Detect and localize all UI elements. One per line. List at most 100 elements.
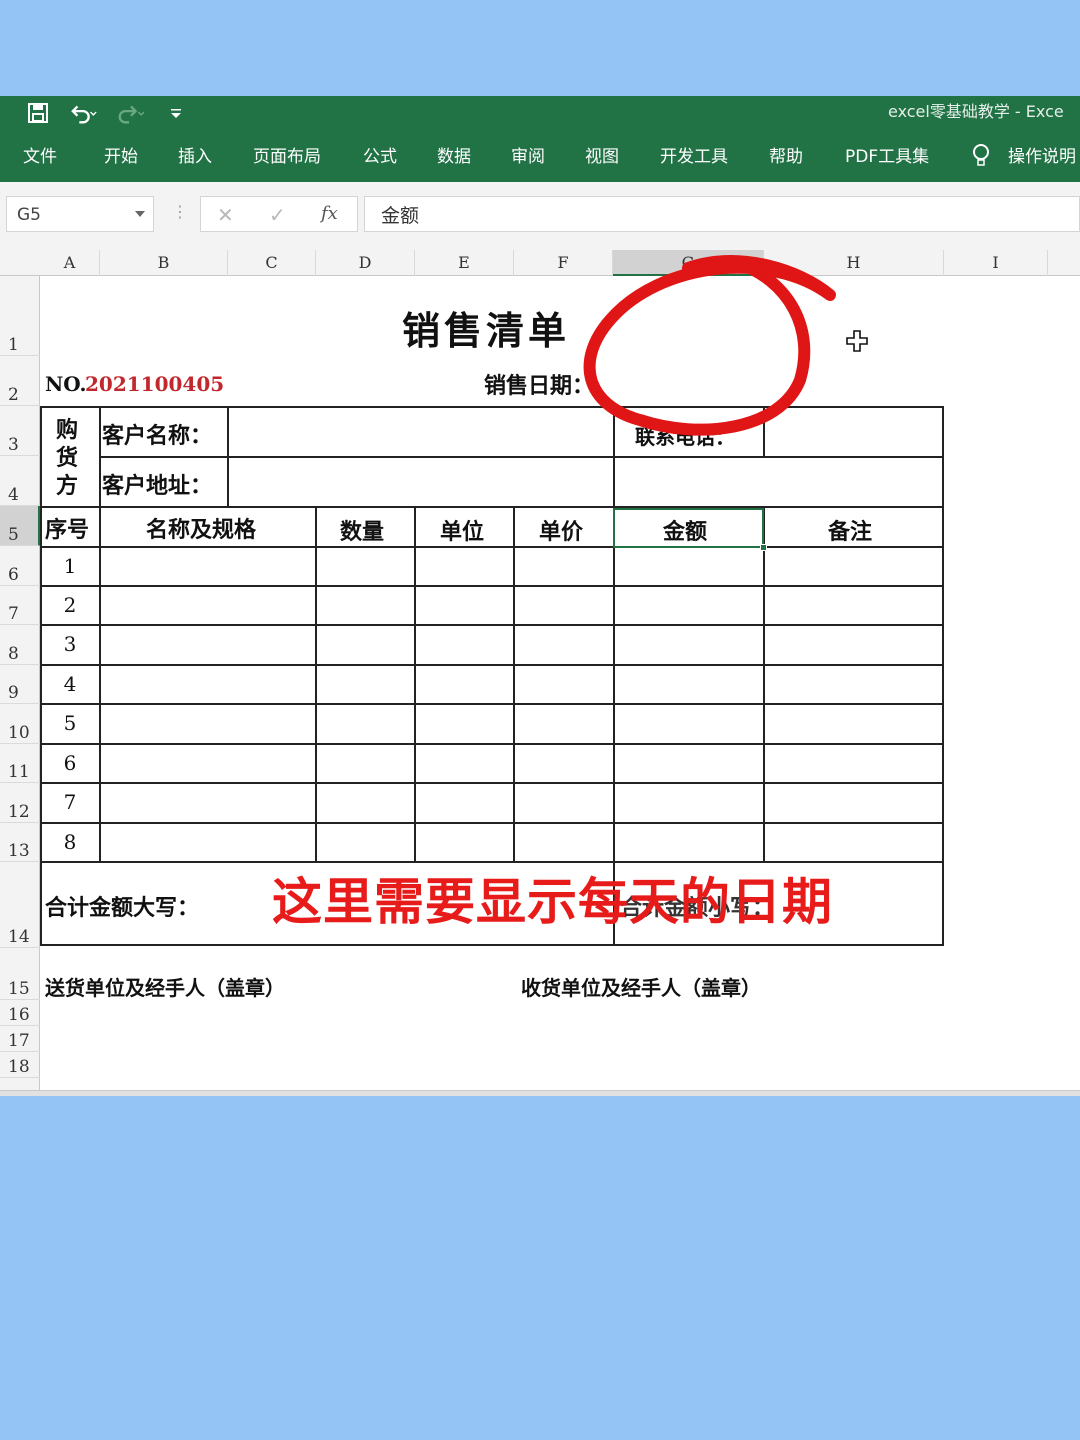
- selected-cell[interactable]: [613, 508, 764, 548]
- table-border: [40, 585, 944, 587]
- total-uppercase-label: 合计金额大写：: [45, 895, 200, 921]
- buyer-label: 方: [56, 473, 79, 499]
- row-header[interactable]: 4: [0, 456, 40, 506]
- lightbulb-icon[interactable]: [970, 142, 992, 173]
- row-header[interactable]: 10: [0, 704, 40, 744]
- insert-function-icon[interactable]: fx: [321, 203, 338, 224]
- formula-buttons: ✕ ✓ fx: [200, 196, 358, 232]
- move-cursor-icon: [846, 330, 868, 352]
- enter-icon[interactable]: ✓: [269, 203, 286, 227]
- drag-handle-icon[interactable]: ⋮: [172, 202, 188, 221]
- table-border: [763, 506, 765, 863]
- header-remarks: 备注: [828, 519, 873, 545]
- tab-home[interactable]: 开始: [104, 142, 138, 167]
- chevron-down-icon[interactable]: [135, 211, 145, 217]
- row-header[interactable]: 13: [0, 823, 40, 862]
- customer-address-label: 客户地址：: [102, 473, 213, 499]
- row-header[interactable]: 6: [0, 546, 40, 586]
- row-header[interactable]: 11: [0, 744, 40, 783]
- header-unit-price: 单价: [539, 519, 584, 545]
- table-border: [40, 546, 944, 548]
- customer-name-label: 客户名称：: [102, 423, 213, 449]
- table-border: [763, 406, 765, 456]
- table-border: [40, 782, 944, 784]
- sheet-bottom-edge: [0, 1090, 1080, 1096]
- column-header-d[interactable]: D: [316, 250, 415, 276]
- tab-data[interactable]: 数据: [437, 142, 471, 167]
- header-name-spec: 名称及规格: [146, 517, 257, 543]
- table-border: [40, 406, 42, 946]
- serial-cell: 6: [63, 751, 77, 775]
- tab-insert[interactable]: 插入: [178, 142, 212, 167]
- table-border: [315, 506, 317, 863]
- sheet-title: 销售清单: [402, 308, 571, 353]
- ribbon-tabs: 文件 开始 插入 页面布局 公式 数据 审阅 视图 开发工具 帮助 PDF工具集…: [0, 142, 1080, 172]
- column-header-g[interactable]: G: [613, 250, 764, 276]
- ribbon: excel零基础教学 - Exce 文件 开始 插入 页面布局 公式 数据 审阅…: [0, 96, 1080, 182]
- quick-access-toolbar: [24, 98, 190, 128]
- receiver-label: 收货单位及经手人（盖章）: [521, 976, 761, 1000]
- no-label: NO.: [45, 372, 87, 396]
- tab-formulas[interactable]: 公式: [363, 142, 397, 167]
- table-border: [40, 506, 944, 508]
- column-header-e[interactable]: E: [415, 250, 514, 276]
- column-header-a[interactable]: A: [40, 250, 100, 276]
- tab-file[interactable]: 文件: [23, 142, 57, 167]
- tab-review[interactable]: 审阅: [511, 142, 545, 167]
- tab-pdf-tools[interactable]: PDF工具集: [845, 142, 929, 167]
- row-header[interactable]: 12: [0, 783, 40, 823]
- row-header[interactable]: 17: [0, 1026, 40, 1052]
- row-header[interactable]: 9: [0, 665, 40, 704]
- serial-cell: 2: [63, 593, 77, 617]
- document-title: excel零基础教学 - Exce: [888, 102, 1064, 121]
- serial-cell: 3: [63, 632, 77, 656]
- table-border: [40, 944, 944, 946]
- column-header-h[interactable]: H: [764, 250, 944, 276]
- header-unit: 单位: [440, 519, 485, 545]
- table-border: [513, 506, 515, 863]
- tab-developer[interactable]: 开发工具: [660, 142, 728, 167]
- excel-window: excel零基础教学 - Exce 文件 开始 插入 页面布局 公式 数据 审阅…: [0, 96, 1080, 1096]
- cancel-icon[interactable]: ✕: [217, 203, 234, 227]
- name-box[interactable]: G5: [6, 196, 154, 232]
- row-header[interactable]: 14: [0, 862, 40, 948]
- row-headers: 1 2 3 4 5 6 7 8 9 10 11 12 13 14 15 16 1…: [0, 276, 40, 1096]
- formula-input[interactable]: 金额: [364, 196, 1080, 232]
- serial-cell: 4: [63, 672, 77, 696]
- row-header[interactable]: 16: [0, 1000, 40, 1026]
- undo-icon[interactable]: [70, 99, 98, 127]
- table-border: [40, 822, 944, 824]
- worksheet[interactable]: 销售清单 NO. 2021100405 销售日期： 购 货 方 客户名称： 联系…: [40, 276, 1080, 1096]
- table-border: [942, 406, 944, 946]
- row-header[interactable]: 1: [0, 276, 40, 356]
- serial-cell: 1: [63, 554, 77, 578]
- row-header[interactable]: 7: [0, 586, 40, 625]
- sale-date-label: 销售日期：: [484, 373, 595, 399]
- contact-phone-label: 联系电话：: [635, 425, 735, 449]
- redo-icon[interactable]: [116, 99, 144, 127]
- column-header-f[interactable]: F: [514, 250, 613, 276]
- column-header-i[interactable]: I: [944, 250, 1048, 276]
- row-header[interactable]: 18: [0, 1052, 40, 1078]
- fill-handle[interactable]: [760, 544, 767, 551]
- tab-tell-me[interactable]: 操作说明: [1008, 142, 1076, 167]
- customize-toolbar-icon[interactable]: [162, 99, 190, 127]
- row-header[interactable]: 3: [0, 406, 40, 456]
- header-serial: 序号: [45, 517, 90, 543]
- table-border: [40, 664, 944, 666]
- tab-help[interactable]: 帮助: [769, 142, 803, 167]
- row-header[interactable]: 2: [0, 356, 40, 406]
- name-box-value: G5: [17, 205, 41, 225]
- table-border: [40, 624, 944, 626]
- serial-cell: 5: [63, 711, 77, 735]
- row-header[interactable]: 8: [0, 625, 40, 665]
- row-header[interactable]: 5: [0, 506, 40, 546]
- tab-view[interactable]: 视图: [585, 142, 619, 167]
- row-header[interactable]: 15: [0, 948, 40, 1000]
- table-border: [40, 406, 944, 408]
- save-icon[interactable]: [24, 99, 52, 127]
- tab-page-layout[interactable]: 页面布局: [253, 142, 321, 167]
- header-quantity: 数量: [340, 519, 385, 545]
- column-header-c[interactable]: C: [228, 250, 316, 276]
- column-header-b[interactable]: B: [100, 250, 228, 276]
